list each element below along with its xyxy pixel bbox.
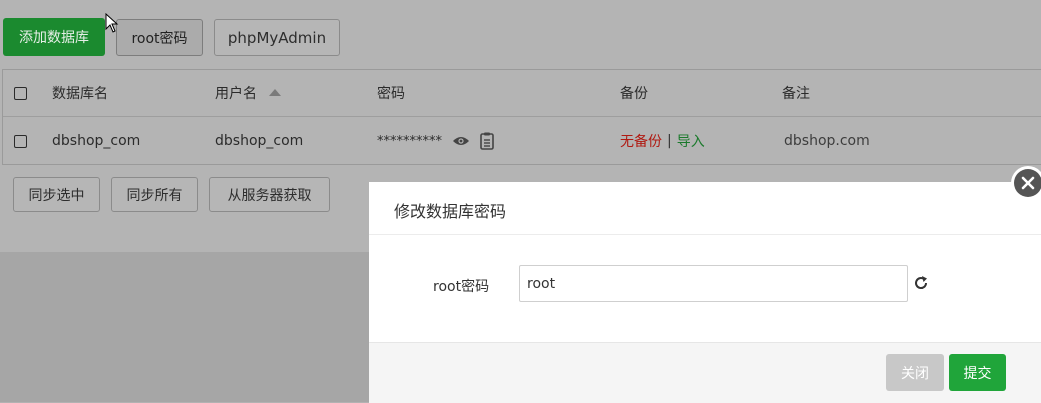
select-all-cell bbox=[14, 70, 27, 116]
eye-icon[interactable] bbox=[452, 135, 470, 147]
no-backup-link[interactable]: 无备份 bbox=[620, 131, 662, 151]
dialog-footer: 关闭 提交 bbox=[369, 342, 1041, 403]
header-backup: 备份 bbox=[620, 86, 648, 102]
clipboard-icon[interactable] bbox=[480, 132, 494, 150]
row-note[interactable]: dbshop.com bbox=[784, 117, 870, 165]
select-all-checkbox[interactable] bbox=[14, 86, 27, 100]
mouse-cursor-icon bbox=[105, 13, 119, 33]
row-password: ********** bbox=[377, 117, 494, 165]
table-header: 数据库名 用户名 密码 备份 备注 bbox=[3, 70, 1041, 117]
dialog-title: 修改数据库密码 bbox=[394, 202, 507, 221]
import-link[interactable]: 导入 bbox=[677, 131, 705, 151]
row-select-cell bbox=[14, 117, 27, 165]
link-separator: | bbox=[667, 133, 672, 149]
add-database-button[interactable]: 添加数据库 bbox=[3, 18, 105, 56]
row-db-name: dbshop_com bbox=[52, 133, 141, 149]
sync-selected-button[interactable]: 同步选中 bbox=[13, 177, 100, 212]
table-row: dbshop_com dbshop_com ********** 无备份 | 导… bbox=[3, 117, 1041, 165]
phpmyadmin-button[interactable]: phpMyAdmin bbox=[214, 19, 340, 56]
root-password-input[interactable] bbox=[519, 265, 908, 302]
sort-ascending-icon bbox=[269, 89, 281, 96]
sync-all-button[interactable]: 同步所有 bbox=[111, 177, 198, 212]
root-password-button[interactable]: root密码 bbox=[116, 19, 203, 56]
row-username: dbshop_com bbox=[215, 133, 304, 149]
header-username-label: 用户名 bbox=[215, 86, 257, 102]
header-username[interactable]: 用户名 bbox=[215, 70, 282, 116]
change-password-dialog: 修改数据库密码 root密码 关闭 提交 bbox=[369, 182, 1041, 403]
close-button[interactable]: 关闭 bbox=[886, 354, 944, 391]
root-password-label: root密码 bbox=[433, 279, 490, 295]
refresh-icon[interactable] bbox=[913, 275, 929, 291]
submit-button[interactable]: 提交 bbox=[949, 354, 1006, 391]
database-table: 数据库名 用户名 密码 备份 备注 dbshop_com dbshop_com … bbox=[2, 69, 1041, 165]
row-backup: 无备份 | 导入 bbox=[620, 117, 705, 165]
dialog-header: 修改数据库密码 bbox=[369, 182, 1041, 235]
row-checkbox[interactable] bbox=[14, 134, 27, 148]
header-password: 密码 bbox=[377, 86, 405, 102]
password-mask: ********** bbox=[377, 133, 442, 149]
header-db-name[interactable]: 数据库名 bbox=[52, 70, 108, 116]
header-note: 备注 bbox=[782, 86, 810, 102]
dialog-close-button[interactable] bbox=[1011, 166, 1041, 200]
close-icon bbox=[1021, 176, 1035, 190]
fetch-from-server-button[interactable]: 从服务器获取 bbox=[209, 177, 330, 212]
